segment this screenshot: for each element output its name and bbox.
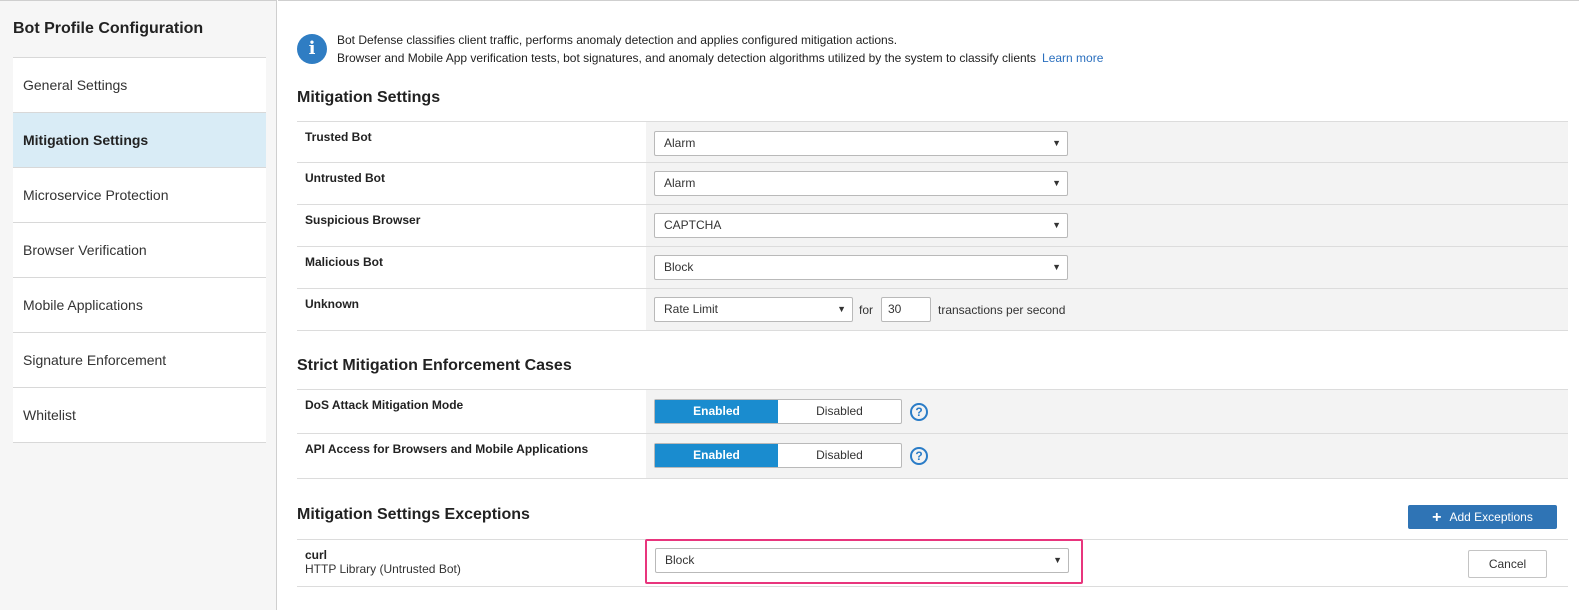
sidebar-item-whitelist[interactable]: Whitelist	[13, 388, 266, 443]
exceptions-title: Mitigation Settings Exceptions	[297, 506, 530, 523]
api-disabled-option[interactable]: Disabled	[778, 444, 901, 467]
for-label: for	[859, 303, 874, 317]
cancel-button[interactable]: Cancel	[1468, 550, 1547, 578]
dropdown-arrow-icon: ▼	[1052, 178, 1061, 188]
sidebar-item-mitigation-settings[interactable]: Mitigation Settings	[13, 113, 266, 168]
dropdown-arrow-icon: ▼	[1052, 262, 1061, 272]
suspicious-browser-select[interactable]: CAPTCHA ▼	[654, 213, 1068, 238]
row-value: Alarm ▼	[646, 163, 1568, 204]
dos-disabled-option[interactable]: Disabled	[778, 400, 901, 423]
api-enabled-option[interactable]: Enabled	[655, 444, 778, 467]
mitigation-row-untrusted-bot: Untrusted Bot Alarm ▼	[297, 163, 1568, 205]
exception-name: curl	[305, 548, 328, 562]
dropdown-arrow-icon: ▼	[1052, 220, 1061, 230]
mitigation-row-malicious-bot: Malicious Bot Block ▼	[297, 247, 1568, 289]
row-value: Enabled Disabled ?	[646, 434, 1568, 478]
tps-label: transactions per second	[938, 303, 1066, 317]
dropdown-arrow-icon: ▼	[837, 304, 846, 314]
row-value: Rate Limit ▼ for 30 transactions per sec…	[646, 289, 1568, 330]
info-line-2-text: Browser and Mobile App verification test…	[337, 51, 1037, 65]
row-label: API Access for Browsers and Mobile Appli…	[297, 434, 646, 478]
info-text: Bot Defense classifies client traffic, p…	[337, 31, 1237, 67]
row-label: Suspicious Browser	[297, 205, 646, 246]
strict-enforcement-title: Strict Mitigation Enforcement Cases	[297, 357, 572, 374]
info-icon: i	[297, 34, 327, 64]
select-value: CAPTCHA	[664, 218, 722, 232]
strict-row-dos: DoS Attack Mitigation Mode Enabled Disab…	[297, 389, 1568, 434]
row-label: DoS Attack Mitigation Mode	[297, 390, 646, 433]
sidebar-item-microservice-protection[interactable]: Microservice Protection	[13, 168, 266, 223]
sidebar-item-browser-verification[interactable]: Browser Verification	[13, 223, 266, 278]
select-value: Alarm	[664, 136, 696, 150]
dropdown-arrow-icon: ▼	[1052, 138, 1061, 148]
mitigation-row-unknown: Unknown Rate Limit ▼ for 30 transactions…	[297, 289, 1568, 331]
strict-row-api-access: API Access for Browsers and Mobile Appli…	[297, 434, 1568, 479]
plus-icon: +	[1432, 509, 1442, 526]
select-value: Block	[665, 553, 695, 567]
row-value: Alarm ▼	[646, 122, 1568, 162]
rate-limit-input[interactable]: 30	[881, 297, 931, 322]
row-value: CAPTCHA ▼	[646, 205, 1568, 246]
exception-row: curl HTTP Library (Untrusted Bot) Block …	[297, 539, 1568, 587]
info-line-2: Browser and Mobile App verification test…	[337, 49, 1237, 67]
select-value: Alarm	[664, 176, 696, 190]
exception-action-select[interactable]: Block ▼	[655, 548, 1069, 573]
select-value: Rate Limit	[664, 302, 719, 316]
sidebar-nav: General Settings Mitigation Settings Mic…	[13, 57, 266, 443]
sidebar-title: Bot Profile Configuration	[13, 20, 204, 37]
dropdown-arrow-icon: ▼	[1053, 555, 1062, 565]
info-line-1: Bot Defense classifies client traffic, p…	[337, 33, 898, 47]
row-label: Untrusted Bot	[297, 163, 646, 204]
main-panel: i Bot Defense classifies client traffic,…	[278, 0, 1579, 610]
add-exceptions-button[interactable]: + Add Exceptions	[1408, 505, 1557, 529]
help-icon[interactable]: ?	[910, 403, 928, 421]
sidebar-item-signature-enforcement[interactable]: Signature Enforcement	[13, 333, 266, 388]
unknown-select[interactable]: Rate Limit ▼	[654, 297, 853, 322]
row-value: Block ▼	[646, 247, 1568, 288]
row-label: Unknown	[297, 289, 646, 330]
trusted-bot-select[interactable]: Alarm ▼	[654, 131, 1068, 156]
malicious-bot-select[interactable]: Block ▼	[654, 255, 1068, 280]
learn-more-link[interactable]: Learn more	[1042, 51, 1103, 65]
api-access-toggle: Enabled Disabled	[654, 443, 902, 468]
dos-enabled-option[interactable]: Enabled	[655, 400, 778, 423]
add-exceptions-label: Add Exceptions	[1449, 510, 1533, 524]
row-value: Enabled Disabled ?	[646, 390, 1568, 433]
sidebar-item-mobile-applications[interactable]: Mobile Applications	[13, 278, 266, 333]
mitigation-row-trusted-bot: Trusted Bot Alarm ▼	[297, 121, 1568, 163]
select-value: Block	[664, 260, 694, 274]
help-icon[interactable]: ?	[910, 447, 928, 465]
row-label: Trusted Bot	[297, 122, 646, 162]
mitigation-settings-title: Mitigation Settings	[297, 89, 441, 106]
row-label: Malicious Bot	[297, 247, 646, 288]
sidebar: Bot Profile Configuration General Settin…	[0, 0, 277, 610]
mitigation-row-suspicious-browser: Suspicious Browser CAPTCHA ▼	[297, 205, 1568, 247]
dos-mode-toggle: Enabled Disabled	[654, 399, 902, 424]
exception-type: HTTP Library (Untrusted Bot)	[305, 562, 461, 576]
untrusted-bot-select[interactable]: Alarm ▼	[654, 171, 1068, 196]
sidebar-item-general-settings[interactable]: General Settings	[13, 58, 266, 113]
